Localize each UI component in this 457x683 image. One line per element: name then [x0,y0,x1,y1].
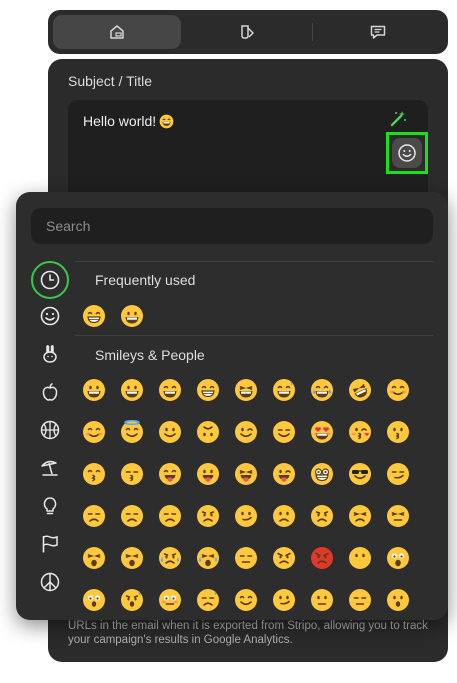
emoji-relaxed[interactable] [82,420,106,444]
emoji-relieved[interactable] [272,420,296,444]
emoji-slight-smile[interactable] [158,420,182,444]
category-animals[interactable] [31,335,69,373]
subject-label: Subject / Title [68,73,153,89]
category-smileys[interactable] [31,297,69,335]
emoji-confounded[interactable] [386,504,410,528]
smiley-icon [398,144,416,162]
section-title-frequently-used: Frequently used [95,272,196,288]
grinning-emoji [159,114,174,128]
emoji-kissing-heart[interactable] [348,420,372,444]
emoji-hugging[interactable] [234,588,258,612]
tab-content[interactable] [53,15,181,49]
magic-wand-icon[interactable] [388,109,408,129]
category-food[interactable] [31,373,69,411]
emoji-flushed[interactable] [158,588,182,612]
emoji-picker: Frequently used Smileys & People [16,192,448,620]
emoji-smiley[interactable] [120,378,144,402]
emoji-tired[interactable] [82,546,106,570]
content-block-icon [110,25,124,39]
emoji-innocent[interactable] [120,419,144,444]
emoji-fearful[interactable] [82,588,106,612]
emoji-blush[interactable] [386,378,410,402]
section-divider [75,261,433,262]
emoji-sob[interactable] [196,546,220,570]
emoji-nerd[interactable] [310,462,334,486]
emoji-frowning2[interactable] [310,504,334,528]
emoji-joy[interactable] [310,378,334,402]
tab-appearance[interactable] [183,15,311,49]
emoji-laughing[interactable] [234,378,258,402]
footer-description: URLs in the email when it is exported fr… [68,620,428,646]
emoji-tongue[interactable] [196,462,220,486]
emoji-smile[interactable] [158,378,182,402]
emoji-picker-button[interactable] [386,132,428,174]
emoji-disappointed[interactable] [158,504,182,528]
editor-tabbar [48,10,448,54]
beach-umbrella-icon [41,460,58,476]
category-objects[interactable] [31,487,69,525]
category-symbols[interactable] [31,563,69,601]
emoji-grin[interactable] [196,378,220,402]
emoji-expressionless[interactable] [348,588,372,612]
emoji-button-inner [392,138,422,168]
category-travel[interactable] [31,449,69,487]
peace-symbol-icon [40,572,60,592]
emoji-kissing-smiling[interactable] [82,462,106,486]
emoji-hushed[interactable] [386,588,410,612]
emoji-scream[interactable] [386,546,410,570]
clock-icon [40,270,60,290]
message-icon [370,25,386,39]
subject-input[interactable]: Hello world! [68,100,428,200]
emoji-sunglasses[interactable] [348,462,372,486]
emoji-heart-eyes[interactable] [310,420,334,444]
emoji-rage[interactable] [310,546,334,570]
smiley-face-icon [40,306,60,326]
emoji-worried[interactable] [196,504,220,528]
category-flags[interactable] [31,525,69,563]
emoji-tongue-wink[interactable] [272,462,296,486]
bunny-icon [43,345,57,363]
emoji-wink[interactable] [234,420,258,444]
subject-value: Hello world! [83,113,174,129]
emoji-kissing[interactable] [386,420,410,444]
category-activity[interactable] [31,411,69,449]
emoji-smirk[interactable] [386,462,410,486]
emoji-angry[interactable] [272,546,296,570]
lightbulb-icon [43,497,57,515]
emoji-weary[interactable] [120,546,144,570]
category-recent[interactable] [31,261,69,299]
emoji-unamused[interactable] [82,504,106,528]
subject-text: Hello world! [83,113,157,129]
emoji-search-input[interactable] [31,208,433,244]
emoji-grinning[interactable] [82,378,106,402]
emoji-yum[interactable] [158,462,182,486]
emoji-pensive[interactable] [120,504,144,528]
apple-icon [42,382,58,401]
emoji-upside-down[interactable] [196,420,220,444]
emoji-no-mouth[interactable] [348,546,372,570]
basketball-icon [40,420,60,440]
section-divider [75,335,433,336]
emoji-frowning[interactable] [272,504,296,528]
emoji-confused[interactable] [234,504,258,528]
emoji-grinning[interactable] [120,304,144,328]
emoji-persevere[interactable] [348,504,372,528]
emoji-neutral[interactable] [310,588,334,612]
emoji-tongue-closed[interactable] [234,462,258,486]
emoji-grin[interactable] [82,304,106,328]
emoji-triumph[interactable] [234,546,258,570]
emoji-rofl[interactable] [348,378,372,402]
section-title-smileys-people: Smileys & People [95,347,205,363]
emoji-cry[interactable] [158,546,182,570]
emoji-sweat[interactable] [196,588,220,612]
emoji-kissing-closed[interactable] [120,462,144,486]
emoji-thinking[interactable] [272,588,296,612]
paint-bucket-icon [241,25,254,39]
tab-messages[interactable] [313,15,443,49]
flag-icon [42,535,58,553]
emoji-sweat-smile[interactable] [272,378,296,402]
emoji-cold-sweat[interactable] [120,588,144,612]
